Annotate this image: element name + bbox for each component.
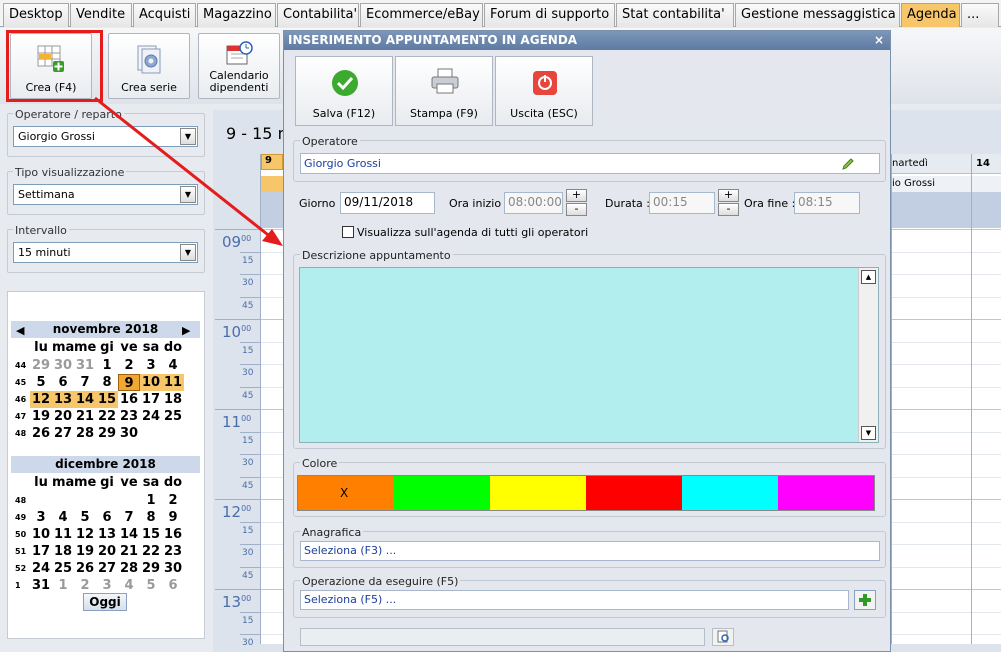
ora-fine-input[interactable]: 08:15: [794, 192, 860, 214]
color-swatch[interactable]: [778, 476, 874, 510]
color-swatch[interactable]: [586, 476, 682, 510]
descrizione-label: Descrizione appuntamento: [300, 249, 453, 262]
operatore-value: Giorgio Grossi: [304, 157, 381, 170]
giorno-label: Giorno :: [299, 197, 343, 210]
durata-label: Durata :: [605, 197, 650, 210]
color-swatch[interactable]: [394, 476, 490, 510]
selected-color-mark: X: [340, 486, 349, 500]
power-icon: [533, 71, 557, 95]
stampa-label: Stampa (F9): [410, 107, 478, 120]
durata-plus-button[interactable]: +: [718, 189, 739, 202]
colore-group: Colore X: [293, 457, 886, 517]
durata-minus-button[interactable]: -: [718, 203, 739, 216]
giorno-input[interactable]: 09/11/2018: [340, 192, 435, 214]
color-swatch[interactable]: [682, 476, 778, 510]
progress-bar: [300, 628, 705, 646]
anagrafica-label: Anagrafica: [300, 526, 364, 539]
descrizione-scrollbar[interactable]: ▲ ▼: [858, 268, 878, 442]
appointment-dialog: INSERIMENTO APPUNTAMENTO IN AGENDA × Sal…: [283, 30, 891, 652]
scroll-down-icon[interactable]: ▼: [861, 426, 876, 440]
add-operation-button[interactable]: [854, 590, 876, 610]
close-icon[interactable]: ×: [874, 31, 884, 50]
plus-icon: [859, 594, 871, 606]
ora-inizio-plus-button[interactable]: +: [566, 189, 587, 202]
salva-label: Salva (F12): [312, 107, 376, 120]
scroll-up-icon[interactable]: ▲: [861, 270, 876, 284]
preview-button[interactable]: [712, 628, 734, 646]
operazione-label: Operazione da eseguire (F5): [300, 575, 461, 588]
check-icon: [332, 70, 358, 96]
uscita-button[interactable]: Uscita (ESC): [495, 56, 593, 126]
printer-icon: [431, 68, 459, 94]
magnifier-icon: [717, 630, 729, 643]
visualizza-checkbox[interactable]: [342, 226, 354, 238]
ora-inizio-label: Ora inizio :: [449, 197, 509, 210]
pencil-icon[interactable]: [841, 157, 855, 171]
color-swatch[interactable]: [490, 476, 586, 510]
ora-inizio-input[interactable]: 08:00:00: [504, 192, 563, 214]
stampa-button[interactable]: Stampa (F9): [395, 56, 493, 126]
operazione-field[interactable]: Seleziona (F5) ...: [300, 590, 849, 610]
colore-label: Colore: [300, 457, 340, 470]
salva-button[interactable]: Salva (F12): [295, 56, 393, 126]
ora-inizio-minus-button[interactable]: -: [566, 203, 587, 216]
operatore-label: Operatore: [300, 135, 360, 148]
color-palette: X: [297, 475, 875, 511]
anagrafica-group: Anagrafica Seleziona (F3) ...: [293, 526, 886, 568]
descrizione-textarea[interactable]: [299, 267, 879, 443]
color-swatch[interactable]: X: [298, 476, 394, 510]
anagrafica-field[interactable]: Seleziona (F3) ...: [300, 541, 880, 561]
dialog-title: INSERIMENTO APPUNTAMENTO IN AGENDA: [284, 31, 890, 50]
descrizione-group: Descrizione appuntamento ▲ ▼: [293, 249, 886, 449]
uscita-label: Uscita (ESC): [510, 107, 578, 120]
operazione-group: Operazione da eseguire (F5) Seleziona (F…: [293, 575, 886, 618]
durata-input[interactable]: 00:15: [649, 192, 715, 214]
operatore-field[interactable]: Giorgio Grossi: [300, 153, 880, 174]
ora-fine-label: Ora fine :: [744, 197, 796, 210]
visualizza-label: Visualizza sull'agenda di tutti gli oper…: [357, 226, 589, 239]
operatore-group: Operatore Giorgio Grossi: [293, 135, 886, 182]
